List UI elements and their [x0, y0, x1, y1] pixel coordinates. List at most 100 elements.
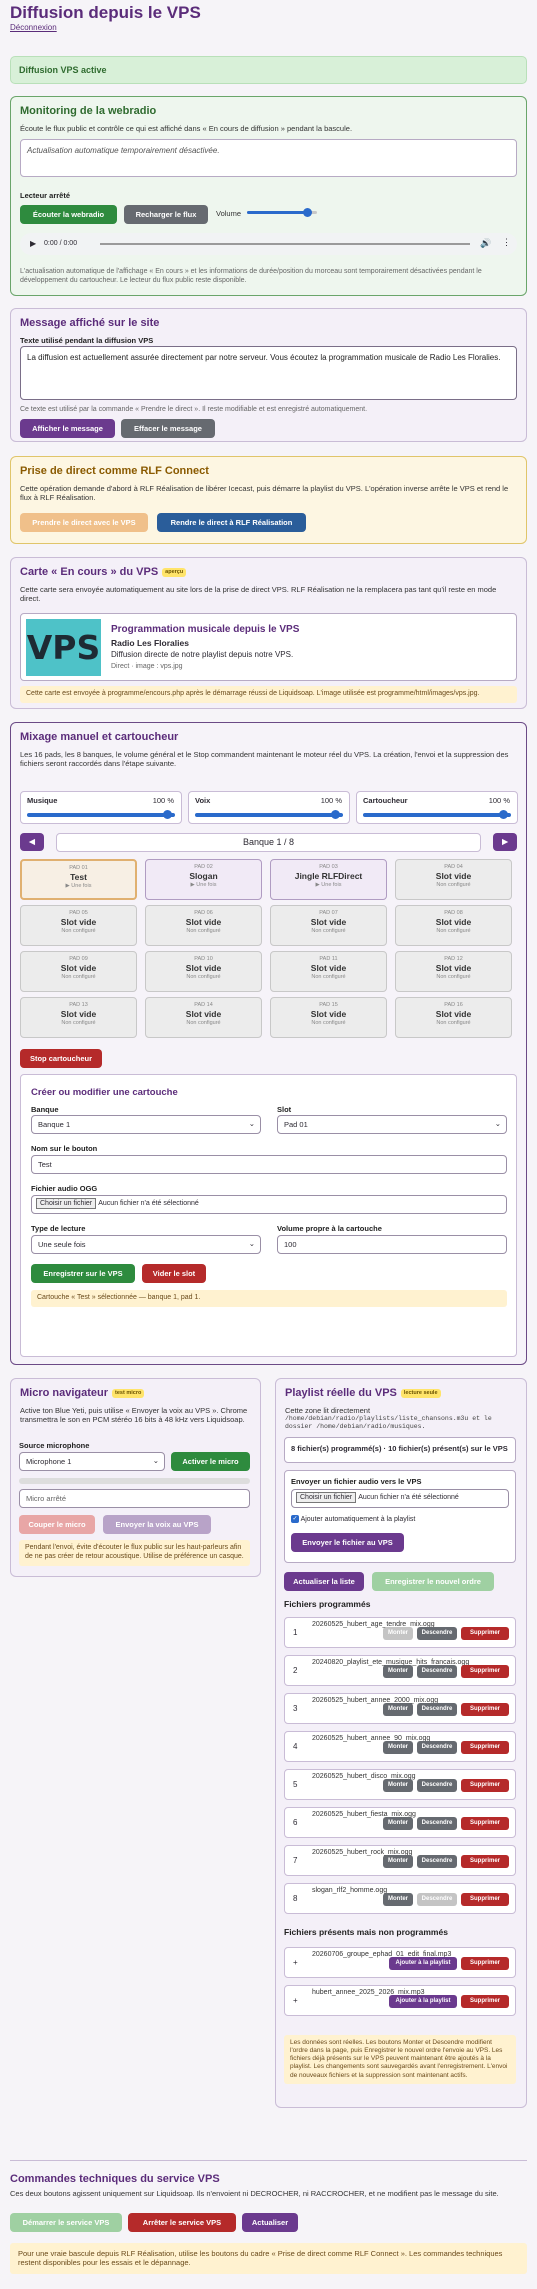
clear-message-button[interactable]: Effacer le message	[121, 419, 215, 439]
auto-add-checkbox[interactable]: ✓ Ajouter automatiquement à la playlist	[291, 1515, 415, 1525]
cart-file-input[interactable]: Choisir un fichier Aucun fichier n'a été…	[31, 1195, 507, 1214]
player-state: Lecteur arrêté	[20, 191, 71, 200]
take-direct-button[interactable]: Prendre le direct avec le VPS	[20, 513, 148, 533]
upload-title: Envoyer un fichier audio vers le VPS	[291, 1477, 422, 1486]
move-down-button[interactable]: Descendre	[417, 1627, 457, 1640]
refresh-list-button[interactable]: Actualiser la liste	[284, 1572, 364, 1592]
delete-button[interactable]: Supprimer	[461, 1817, 509, 1830]
cart-pad[interactable]: PAD 07 Slot vide Non configuré	[270, 905, 387, 946]
cart-pad[interactable]: PAD 13 Slot vide Non configuré	[20, 997, 137, 1038]
delete-button[interactable]: Supprimer	[461, 1703, 509, 1716]
add-to-playlist-button[interactable]: Ajouter à la playlist	[389, 1995, 457, 2008]
move-down-button[interactable]: Descendre	[417, 1893, 457, 1906]
cart-pad[interactable]: PAD 01 Test ▶ Une fois	[20, 859, 137, 900]
fader-track[interactable]	[27, 810, 175, 819]
move-up-button[interactable]: Monter	[383, 1741, 413, 1754]
cart-pad[interactable]: PAD 06 Slot vide Non configuré	[145, 905, 262, 946]
start-service-button[interactable]: Démarrer le service VPS	[10, 2213, 122, 2233]
move-up-button[interactable]: Monter	[383, 1855, 413, 1868]
delete-button[interactable]: Supprimer	[461, 1957, 509, 1970]
upload-file-button[interactable]: Envoyer le fichier au VPS	[291, 1533, 404, 1553]
give-direct-button[interactable]: Rendre le direct à RLF Réalisation	[157, 513, 306, 533]
more-options-icon[interactable]: ⋮	[502, 237, 511, 248]
upload-file-input[interactable]: Choisir un fichier Aucun fichier n'a été…	[291, 1489, 509, 1508]
checkbox-icon[interactable]: ✓	[291, 1515, 299, 1523]
refresh-service-button[interactable]: Actualiser	[242, 2213, 298, 2233]
cart-pad[interactable]: PAD 12 Slot vide Non configuré	[395, 951, 512, 992]
volume-knob[interactable]	[302, 208, 312, 217]
fader-0[interactable]: Musique 100 %	[20, 791, 182, 824]
move-up-button[interactable]: Monter	[383, 1665, 413, 1678]
add-to-playlist-button[interactable]: Ajouter à la playlist	[389, 1957, 457, 1970]
move-down-button[interactable]: Descendre	[417, 1703, 457, 1716]
play-icon[interactable]: ▶	[30, 239, 36, 249]
delete-button[interactable]: Supprimer	[461, 1741, 509, 1754]
bank-select-label: Banque	[31, 1105, 59, 1114]
fader-knob[interactable]	[163, 810, 172, 819]
cart-pad[interactable]: PAD 16 Slot vide Non configuré	[395, 997, 512, 1038]
delete-button[interactable]: Supprimer	[461, 1995, 509, 2008]
move-down-button[interactable]: Descendre	[417, 1741, 457, 1754]
fader-knob[interactable]	[331, 810, 340, 819]
bank-select[interactable]: Banque 1 ⌄	[31, 1115, 261, 1134]
cart-pad[interactable]: PAD 10 Slot vide Non configuré	[145, 951, 262, 992]
empty-slot-button[interactable]: Vider le slot	[142, 1264, 206, 1284]
delete-button[interactable]: Supprimer	[461, 1855, 509, 1868]
cut-mic-button[interactable]: Couper le micro	[19, 1515, 95, 1535]
fader-knob[interactable]	[499, 810, 508, 819]
save-order-button[interactable]: Enregistrer le nouvel ordre	[372, 1572, 494, 1592]
cart-pad[interactable]: PAD 02 Slogan ▶ Une fois	[145, 859, 262, 900]
choose-file-button[interactable]: Choisir un fichier	[36, 1198, 97, 1209]
move-down-button[interactable]: Descendre	[417, 1779, 457, 1792]
cart-pad[interactable]: PAD 14 Slot vide Non configuré	[145, 997, 262, 1038]
volume-slider[interactable]	[247, 208, 317, 217]
cart-volume-input[interactable]: 100	[277, 1235, 507, 1254]
cart-name-input[interactable]: Test	[31, 1155, 507, 1174]
show-message-button[interactable]: Afficher le message	[20, 419, 115, 439]
fader-track[interactable]	[195, 810, 343, 819]
cart-pad[interactable]: PAD 15 Slot vide Non configuré	[270, 997, 387, 1038]
speaker-icon[interactable]: 🔊	[480, 238, 491, 249]
send-voice-button[interactable]: Envoyer la voix au VPS	[103, 1515, 211, 1535]
listen-button[interactable]: Écouter la webradio	[20, 205, 117, 225]
message-textarea[interactable]: La diffusion est actuellement assurée di…	[20, 346, 517, 400]
move-up-button[interactable]: Monter	[383, 1703, 413, 1716]
cart-pad[interactable]: PAD 11 Slot vide Non configuré	[270, 951, 387, 992]
move-up-button[interactable]: Monter	[383, 1817, 413, 1830]
move-down-button[interactable]: Descendre	[417, 1665, 457, 1678]
logout-link[interactable]: Déconnexion	[10, 23, 57, 33]
cart-pad[interactable]: PAD 08 Slot vide Non configuré	[395, 905, 512, 946]
choose-file-button[interactable]: Choisir un fichier	[296, 1492, 357, 1503]
move-up-button[interactable]: Monter	[383, 1893, 413, 1906]
mic-source-select[interactable]: Microphone 1 ⌄	[19, 1452, 165, 1471]
cart-pad[interactable]: PAD 04 Slot vide Non configuré	[395, 859, 512, 900]
readonly-badge: lecture seule	[400, 1388, 441, 1398]
bank-next-button[interactable]: ▶	[493, 833, 517, 851]
bank-prev-button[interactable]: ◀	[20, 833, 44, 851]
fader-2[interactable]: Cartoucheur 100 %	[356, 791, 518, 824]
fader-track[interactable]	[363, 810, 511, 819]
delete-button[interactable]: Supprimer	[461, 1893, 509, 1906]
move-down-button[interactable]: Descendre	[417, 1855, 457, 1868]
move-up-button[interactable]: Monter	[383, 1627, 413, 1640]
type-select[interactable]: Une seule fois ⌄	[31, 1235, 261, 1254]
seek-bar[interactable]	[100, 243, 470, 245]
delete-button[interactable]: Supprimer	[461, 1779, 509, 1792]
move-down-button[interactable]: Descendre	[417, 1817, 457, 1830]
cart-pad[interactable]: PAD 03 Jingle RLFDirect ▶ Une fois	[270, 859, 387, 900]
row-index: 2	[293, 1666, 298, 1675]
move-up-button[interactable]: Monter	[383, 1779, 413, 1792]
cart-pad[interactable]: PAD 05 Slot vide Non configuré	[20, 905, 137, 946]
reload-stream-button[interactable]: Recharger le flux	[124, 205, 208, 225]
save-cart-button[interactable]: Enregistrer sur le VPS	[31, 1264, 135, 1284]
slot-select[interactable]: Pad 01 ⌄	[277, 1115, 507, 1134]
fader-1[interactable]: Voix 100 %	[188, 791, 350, 824]
stop-service-button[interactable]: Arrêter le service VPS	[128, 2213, 236, 2233]
stop-cartridge-button[interactable]: Stop cartoucheur	[20, 1049, 102, 1069]
delete-button[interactable]: Supprimer	[461, 1627, 509, 1640]
pad-mode: Non configuré	[311, 1019, 346, 1026]
pad-number: PAD 02	[194, 864, 213, 870]
delete-button[interactable]: Supprimer	[461, 1665, 509, 1678]
cart-pad[interactable]: PAD 09 Slot vide Non configuré	[20, 951, 137, 992]
activate-mic-button[interactable]: Activer le micro	[171, 1452, 250, 1472]
